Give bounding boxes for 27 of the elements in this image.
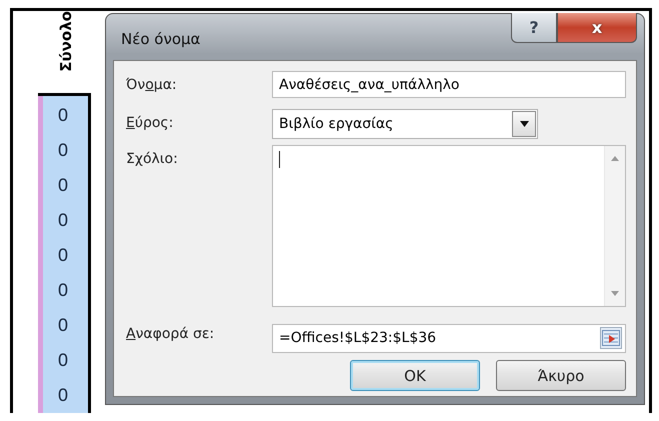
comment-field[interactable] — [272, 145, 626, 307]
scroll-down-icon — [611, 291, 619, 296]
close-button[interactable]: x — [557, 13, 637, 43]
comment-label: Σχόλιο: — [126, 150, 179, 169]
scope-dropdown[interactable]: Βιβλίο εργασίας — [272, 109, 538, 139]
caret-icon — [520, 121, 528, 127]
column-header: Σύνολο — [57, 11, 75, 72]
table-cell-text: 0 — [56, 279, 69, 302]
table-cell-text: 0 — [56, 244, 69, 267]
table-cell-text: 0 — [56, 139, 69, 162]
table-cell-text: 0 — [56, 314, 69, 337]
scroll-up-icon — [611, 156, 619, 161]
reference-label: Αναφορά σε: — [126, 325, 216, 344]
table-cell-text: 0 — [56, 209, 69, 232]
dialog-button[interactable]: Άκυρο — [496, 360, 626, 391]
table-cell-text: 0 — [56, 104, 69, 127]
scope-label: Εύρος: — [126, 114, 174, 133]
name-field[interactable]: Αναθέσεις_ανα_υπάλληλο — [272, 71, 626, 98]
dialog-button[interactable]: OK — [350, 360, 480, 391]
table-cell-text: 0 — [56, 384, 69, 407]
table-cell-text: 0 — [56, 174, 69, 197]
dropdown-button[interactable] — [512, 111, 536, 137]
scrollbar[interactable] — [604, 146, 625, 306]
window-title: Νέο όνομα — [121, 30, 200, 48]
help-button[interactable]: ? — [511, 13, 557, 43]
table-cell-text: 0 — [56, 349, 69, 372]
name-label: Όνομα: — [126, 76, 178, 95]
